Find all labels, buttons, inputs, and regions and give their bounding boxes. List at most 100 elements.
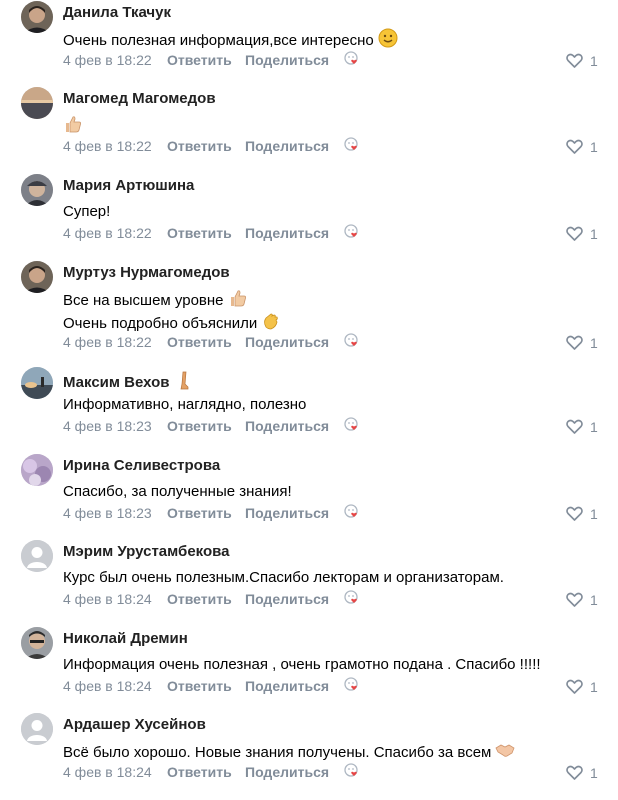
author-name[interactable]: Николай Дремин <box>63 630 188 647</box>
share-button[interactable]: Поделиться <box>245 764 329 781</box>
like-count: 1 <box>590 226 598 242</box>
comment-author[interactable]: Николай Дремин <box>63 630 188 648</box>
share-button[interactable]: Поделиться <box>245 334 329 351</box>
author-name[interactable]: Муртуз Нурмагомедов <box>63 264 230 281</box>
add-reaction-icon[interactable] <box>343 761 363 781</box>
share-button[interactable]: Поделиться <box>245 591 329 608</box>
add-reaction-icon[interactable] <box>343 502 363 522</box>
reply-button[interactable]: Ответить <box>167 764 232 781</box>
reply-button[interactable]: Ответить <box>167 591 232 608</box>
avatar[interactable] <box>21 367 53 399</box>
author-name[interactable]: Мария Артюшина <box>63 177 194 194</box>
comment-text-content: Все на высшем уровне <box>63 292 224 309</box>
comment-item: Мария Артюшина Супер! 4 фев в 18:22 Ответит… <box>0 173 618 259</box>
avatar[interactable] <box>21 261 53 293</box>
comment-item: Муртуз Нурмагомедов Все на высшем уровне О… <box>0 260 618 351</box>
reply-button[interactable]: Ответить <box>167 418 232 435</box>
reply-button[interactable]: Ответить <box>167 138 232 155</box>
reply-button[interactable]: Ответить <box>167 52 232 69</box>
avatar[interactable] <box>21 87 53 119</box>
comment-text-line: Информативно, наглядно, полезно <box>63 394 306 415</box>
author-name[interactable]: Максим Вехов <box>63 374 170 391</box>
reply-button[interactable]: Ответить <box>167 334 232 351</box>
comment-date[interactable]: 4 фев в 18:23 <box>63 505 152 521</box>
comment-text-line: Очень подробно объяснили <box>63 311 281 334</box>
share-button[interactable]: Поделиться <box>245 225 329 242</box>
comment-meta: 4 фев в 18:23 Ответить Поделиться <box>63 502 383 522</box>
like-count: 1 <box>590 139 598 155</box>
like-button[interactable]: 1 <box>566 138 606 156</box>
add-reaction-icon[interactable] <box>343 588 363 608</box>
heart-outline-icon <box>566 226 583 241</box>
comment-author[interactable]: Максим Вехов <box>63 370 194 392</box>
like-button[interactable]: 1 <box>566 764 606 782</box>
add-reaction-icon[interactable] <box>343 49 363 69</box>
comment-text-content: Спасибо, за полученные знания! <box>63 483 292 500</box>
comment-date[interactable]: 4 фев в 18:22 <box>63 225 152 241</box>
comment-text-content: Всё было хорошо. Новые знания получены. … <box>63 744 492 761</box>
like-button[interactable]: 1 <box>566 418 606 436</box>
comment-item: Николай Дремин Информация очень полезная … <box>0 626 618 712</box>
comment-meta: 4 фев в 18:22 Ответить Поделиться <box>63 331 383 351</box>
reply-button[interactable]: Ответить <box>167 505 232 522</box>
like-button[interactable]: 1 <box>566 591 606 609</box>
comment-text-content: Информативно, наглядно, полезно <box>63 396 307 413</box>
comment-text: Очень полезная информация,все интересно <box>63 28 398 51</box>
heart-outline-icon <box>566 139 583 154</box>
comment-date[interactable]: 4 фев в 18:24 <box>63 764 152 780</box>
comment-text-content: Курс был очень полезным.Спасибо лекторам… <box>63 569 504 586</box>
comment-text-line: Супер! <box>63 201 110 222</box>
add-reaction-icon[interactable] <box>343 135 363 155</box>
like-count: 1 <box>590 765 598 781</box>
like-button[interactable]: 1 <box>566 678 606 696</box>
comment-date[interactable]: 4 фев в 18:24 <box>63 591 152 607</box>
share-button[interactable]: Поделиться <box>245 678 329 695</box>
reply-button[interactable]: Ответить <box>167 225 232 242</box>
comment-text: Супер! <box>63 201 110 222</box>
comment-date[interactable]: 4 фев в 18:24 <box>63 678 152 694</box>
reply-button[interactable]: Ответить <box>167 678 232 695</box>
comment-meta: 4 фев в 18:23 Ответить Поделиться <box>63 415 383 435</box>
comment-date[interactable]: 4 фев в 18:22 <box>63 52 152 68</box>
add-reaction-icon[interactable] <box>343 222 363 242</box>
avatar[interactable] <box>21 454 53 486</box>
comment-author[interactable]: Ирина Селивестрова <box>63 457 220 475</box>
add-reaction-icon[interactable] <box>343 331 363 351</box>
author-name[interactable]: Ирина Селивестрова <box>63 457 220 474</box>
share-button[interactable]: Поделиться <box>245 505 329 522</box>
avatar[interactable] <box>21 1 53 33</box>
comment-author[interactable]: Ардашер Хусейнов <box>63 716 206 734</box>
like-button[interactable]: 1 <box>566 505 606 523</box>
comments-list: Данила Ткачук Очень полезная информация,в… <box>0 0 618 800</box>
comment-author[interactable]: Данила Ткачук <box>63 4 171 22</box>
comment-date[interactable]: 4 фев в 18:23 <box>63 418 152 434</box>
add-reaction-icon[interactable] <box>343 675 363 695</box>
like-button[interactable]: 1 <box>566 225 606 243</box>
like-button[interactable]: 1 <box>566 334 606 352</box>
comment-text: Информация очень полезная , очень грамот… <box>63 654 541 675</box>
comment-text-line: Очень полезная информация,все интересно <box>63 28 398 51</box>
author-name[interactable]: Ардашер Хусейнов <box>63 716 206 733</box>
comment-date[interactable]: 4 фев в 18:22 <box>63 138 152 154</box>
author-name[interactable]: Магомед Магомедов <box>63 90 216 107</box>
comment-author[interactable]: Магомед Магомедов <box>63 90 216 108</box>
author-name[interactable]: Данила Ткачук <box>63 4 171 21</box>
avatar[interactable] <box>21 627 53 659</box>
comment-author[interactable]: Мэрим Урустамбекова <box>63 543 230 561</box>
share-button[interactable]: Поделиться <box>245 418 329 435</box>
comment-text-line: Всё было хорошо. Новые знания получены. … <box>63 740 515 763</box>
author-name[interactable]: Мэрим Урустамбекова <box>63 543 230 560</box>
share-button[interactable]: Поделиться <box>245 52 329 69</box>
comment-author[interactable]: Мария Артюшина <box>63 177 194 195</box>
comment-date[interactable]: 4 фев в 18:22 <box>63 334 152 350</box>
comment-text: Всё было хорошо. Новые знания получены. … <box>63 740 515 763</box>
comment-item: Данила Ткачук Очень полезная информация,в… <box>0 0 618 86</box>
avatar[interactable] <box>21 540 53 572</box>
heart-outline-icon <box>566 592 583 607</box>
add-reaction-icon[interactable] <box>343 415 363 435</box>
comment-author[interactable]: Муртуз Нурмагомедов <box>63 264 230 282</box>
like-button[interactable]: 1 <box>566 52 606 70</box>
avatar[interactable] <box>21 713 53 745</box>
avatar[interactable] <box>21 174 53 206</box>
share-button[interactable]: Поделиться <box>245 138 329 155</box>
